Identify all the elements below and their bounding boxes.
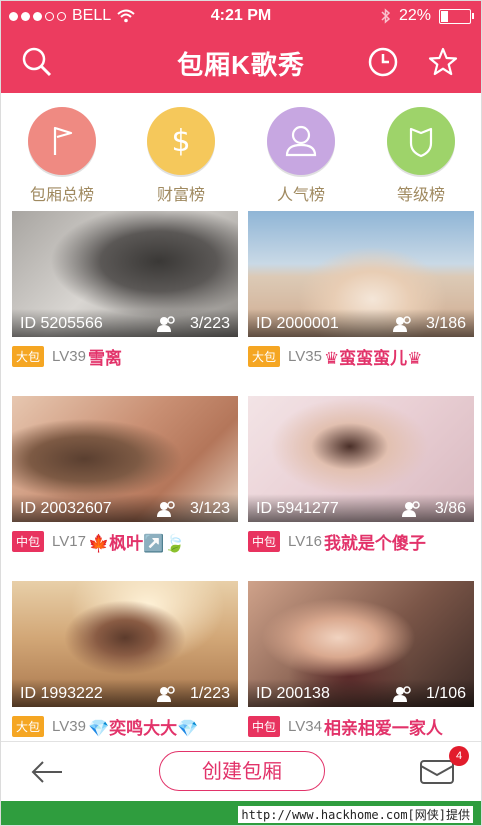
room-id: ID 5205566 [20, 315, 103, 332]
category-wealth[interactable]: $ 财富榜 [131, 107, 231, 205]
category-label: 财富榜 [156, 187, 205, 204]
room-level: LV17 [52, 532, 86, 550]
member-count: 1/106 [425, 685, 466, 702]
users-icon [392, 686, 411, 702]
flag-icon [28, 107, 96, 175]
room-id: ID 5941277 [256, 500, 339, 517]
room-size-badge: 大包 [12, 345, 45, 367]
shield-icon [387, 107, 455, 175]
member-count: 3/123 [189, 500, 230, 517]
status-bar: BELL 4:21 PM 22% [1, 1, 481, 31]
room-size-badge: 中包 [12, 530, 45, 552]
member-count: 3/86 [434, 500, 466, 517]
room-name: 相亲相爱一家人 [323, 718, 443, 738]
watermark-text: http://www.hackhome.com[网侠]提供 [238, 806, 473, 823]
battery-percent: 22% [398, 7, 431, 24]
user-icon [267, 107, 335, 175]
back-arrow-icon[interactable] [29, 756, 65, 788]
nav-bar: 包厢K歌秀 [1, 31, 481, 93]
category-label: 等级榜 [396, 187, 445, 204]
room-name: 🍁枫叶↗️🍃 [87, 533, 186, 553]
room-cover-photo[interactable]: ID 5941277 3/86 [248, 396, 474, 522]
category-label: 包厢总榜 [29, 187, 94, 204]
member-count: 1/223 [189, 685, 230, 702]
room-level: LV35 [288, 347, 322, 365]
category-level[interactable]: 等级榜 [371, 107, 471, 205]
room-cover-photo[interactable]: ID 2000001 3/186 [248, 211, 474, 337]
room-name: 💎奕鸣大大💎 [87, 718, 199, 738]
room-name: 我就是个傻子 [323, 533, 426, 553]
dollar-icon: $ [147, 107, 215, 175]
watermark-bar: http://www.hackhome.com[网侠]提供 [1, 801, 481, 825]
page-title: 包厢K歌秀 [177, 50, 305, 80]
category-total[interactable]: 包厢总榜 [12, 107, 112, 205]
room-id: ID 2000001 [256, 315, 339, 332]
room-id: ID 200138 [256, 685, 330, 702]
svg-text:$: $ [171, 124, 190, 159]
room-level: LV16 [288, 532, 322, 550]
member-count: 3/223 [189, 315, 230, 332]
room-size-badge: 中包 [248, 715, 281, 737]
battery-icon [439, 8, 474, 24]
room-name: 雪离 [87, 348, 122, 368]
room-level: LV34 [288, 717, 322, 735]
header: BELL 4:21 PM 22% 包厢K歌秀 [1, 1, 481, 93]
room-id: ID 1993222 [20, 685, 103, 702]
room-level: LV39 [52, 717, 86, 735]
room-cover-photo[interactable]: ID 5205566 3/223 [12, 211, 238, 337]
users-icon [401, 501, 420, 517]
category-label: 人气榜 [276, 187, 325, 204]
room-name: ♛蛮蛮蛮儿♛ [323, 348, 423, 368]
room-size-badge: 大包 [12, 715, 45, 737]
mail-icon[interactable] [419, 758, 455, 786]
bluetooth-icon [381, 8, 391, 24]
room-cover-photo[interactable]: ID 1993222 1/223 [12, 581, 238, 707]
create-room-button[interactable]: 创建包厢 [159, 751, 325, 791]
star-icon[interactable] [427, 46, 459, 78]
users-icon [156, 501, 175, 517]
member-count: 3/186 [425, 315, 466, 332]
category-row: 包厢总榜 $ 财富榜 人气榜 等级榜 [1, 107, 481, 205]
room-level: LV39 [52, 347, 86, 365]
mail-badge: 4 [449, 746, 469, 766]
bottom-toolbar: 创建包厢 4 [1, 741, 481, 802]
room-id: ID 20032607 [20, 500, 112, 517]
room-size-badge: 中包 [248, 530, 281, 552]
room-cover-photo[interactable]: ID 200138 1/106 [248, 581, 474, 707]
room-size-badge: 大包 [248, 345, 281, 367]
room-cover-photo[interactable]: ID 20032607 3/123 [12, 396, 238, 522]
users-icon [156, 316, 175, 332]
users-icon [156, 686, 175, 702]
app-screen: BELL 4:21 PM 22% 包厢K歌秀 包厢总榜 $ 财富榜 人气榜 等级… [0, 0, 482, 826]
users-icon [392, 316, 411, 332]
category-popularity[interactable]: 人气榜 [251, 107, 351, 205]
clock-icon[interactable] [367, 46, 399, 78]
